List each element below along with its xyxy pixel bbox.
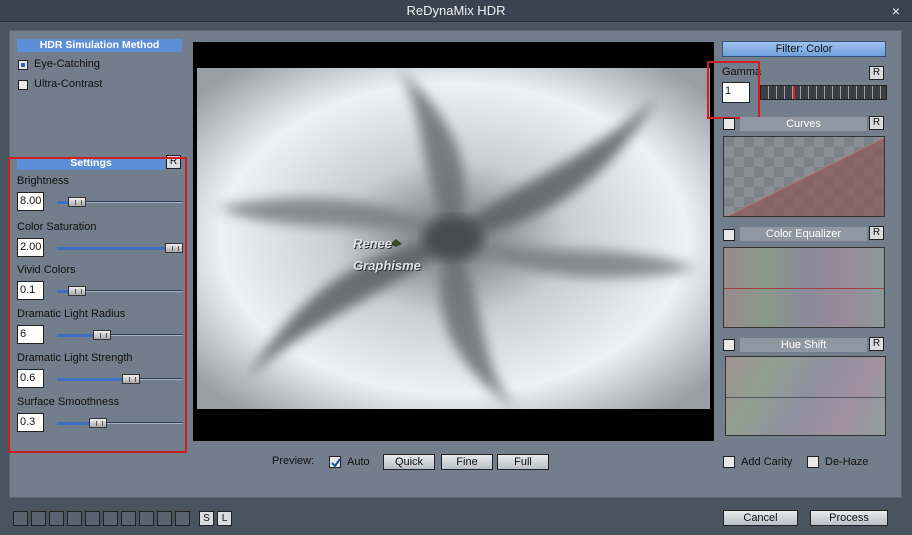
close-icon[interactable]: × — [886, 0, 906, 22]
filter-header[interactable]: Filter: Color — [722, 41, 886, 57]
preset-slot[interactable] — [175, 511, 190, 526]
slider-value-field[interactable]: 0.6 — [17, 369, 44, 388]
add-clarity-label: Add Carity — [741, 456, 793, 468]
auto-checkbox[interactable] — [329, 456, 341, 468]
preset-slot[interactable] — [85, 511, 100, 526]
equalizer-panel[interactable] — [723, 247, 885, 328]
slider-thumb[interactable] — [68, 286, 86, 296]
hue-shift-header: Hue Shift — [740, 338, 867, 352]
method-label-ultra-contrast: Ultra-Contrast — [34, 78, 103, 90]
curves-reset-button[interactable]: R — [869, 116, 884, 130]
cancel-button[interactable]: Cancel — [723, 510, 798, 526]
radio-ultra-contrast[interactable] — [18, 80, 28, 90]
hue-shift-checkbox[interactable] — [723, 339, 735, 351]
slider-value-field[interactable]: 0.1 — [17, 281, 44, 300]
curves-graph — [724, 137, 884, 216]
slider-thumb[interactable] — [89, 418, 107, 428]
preset-slot[interactable] — [31, 511, 46, 526]
slider-fill — [57, 247, 167, 250]
checkmark-icon — [331, 458, 341, 468]
preset-slot[interactable] — [13, 511, 28, 526]
equalizer-reset-button[interactable]: R — [869, 226, 884, 240]
equalizer-checkbox[interactable] — [723, 229, 735, 241]
slider-thumb[interactable] — [68, 197, 86, 207]
hue-shift-reset-button[interactable]: R — [869, 337, 884, 351]
radio-selected-dot — [21, 63, 25, 67]
load-preset-button[interactable]: L — [217, 511, 232, 526]
window-title: ReDynaMix HDR — [406, 3, 506, 18]
dehaze-label: De-Haze — [825, 456, 869, 468]
hue-shift-baseline — [726, 397, 885, 398]
slider-label: Dramatic Light Strength — [17, 352, 133, 364]
watermark-line-1: Renee — [353, 236, 393, 251]
slider-value-field[interactable]: 6 — [17, 325, 44, 344]
gamma-reset-button[interactable]: R — [869, 66, 884, 80]
gamma-marker — [793, 86, 795, 99]
preset-slot[interactable] — [49, 511, 64, 526]
save-preset-button[interactable]: S — [199, 511, 214, 526]
process-button[interactable]: Process — [810, 510, 888, 526]
curves-panel[interactable] — [723, 136, 885, 217]
slider-label: Brightness — [17, 175, 69, 187]
radio-eye-catching[interactable] — [18, 60, 28, 70]
title-bar: ReDynaMix HDR × — [0, 0, 912, 22]
slider-label: Surface Smoothness — [17, 396, 120, 408]
curves-checkbox[interactable] — [723, 118, 735, 130]
slider-fill — [57, 378, 124, 381]
auto-label: Auto — [347, 456, 370, 468]
add-clarity-checkbox[interactable] — [723, 456, 735, 468]
slider-fill — [57, 334, 95, 337]
method-header: HDR Simulation Method — [17, 39, 182, 52]
slider-thumb[interactable] — [122, 374, 140, 384]
slider-value-field[interactable]: 0.3 — [17, 413, 44, 432]
preview-image — [197, 68, 710, 409]
slider-value-field[interactable]: 8.00 — [17, 192, 44, 211]
preview-label: Preview: — [272, 455, 315, 467]
fine-button[interactable]: Fine — [441, 454, 493, 470]
preview-canvas: Renee Graphisme — [193, 42, 714, 441]
slider-fill — [57, 422, 91, 425]
preset-slot[interactable] — [103, 511, 118, 526]
quick-button[interactable]: Quick — [383, 454, 435, 470]
slider-value-field[interactable]: 2.00 — [17, 238, 44, 257]
slider-label: Dramatic Light Radius — [17, 308, 126, 320]
method-label-eye-catching: Eye-Catching — [34, 58, 101, 70]
slider-thumb[interactable] — [165, 243, 183, 253]
watermark-line-2: Graphisme — [353, 258, 421, 273]
preset-slot[interactable] — [67, 511, 82, 526]
gamma-ruler[interactable] — [760, 85, 887, 100]
preset-slot[interactable] — [121, 511, 136, 526]
slider-label: Color Saturation — [17, 221, 97, 233]
preset-slot[interactable] — [139, 511, 154, 526]
full-button[interactable]: Full — [497, 454, 549, 470]
hue-shift-panel[interactable] — [725, 356, 886, 436]
curves-header: Curves — [740, 117, 867, 131]
gamma-highlight-box — [707, 61, 760, 119]
equalizer-header: Color Equalizer — [740, 227, 867, 241]
slider-thumb[interactable] — [93, 330, 111, 340]
preset-slot[interactable] — [157, 511, 172, 526]
dehaze-checkbox[interactable] — [807, 456, 819, 468]
equalizer-baseline — [724, 288, 884, 289]
slider-label: Vivid Colors — [17, 264, 76, 276]
